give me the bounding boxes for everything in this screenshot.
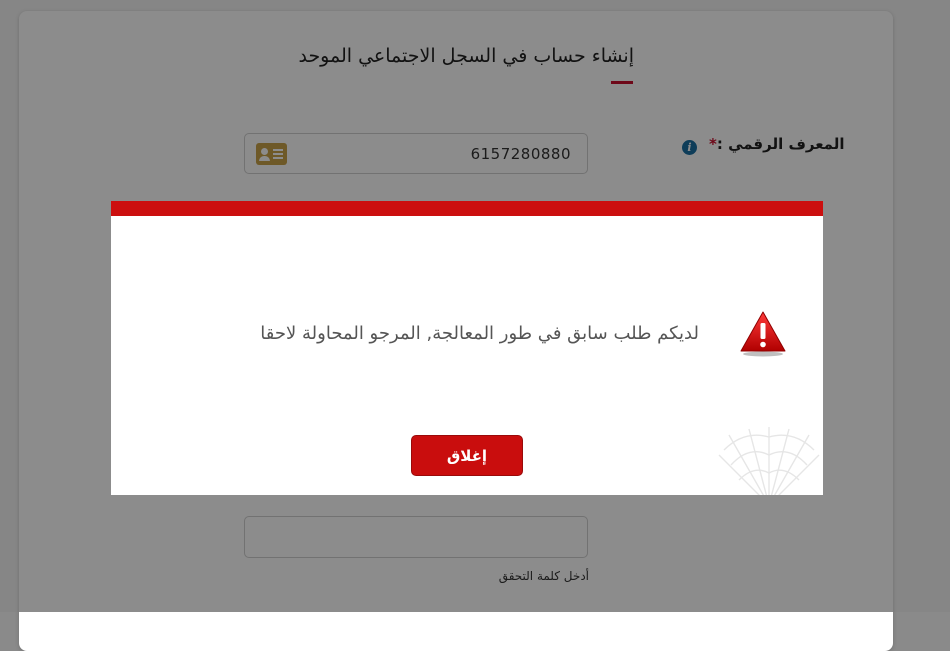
modal-message: لديكم طلب سابق في طور المعالجة, المرجو ا… xyxy=(260,323,699,344)
warning-icon xyxy=(740,311,786,357)
logo-watermark-icon xyxy=(718,427,820,495)
close-button[interactable]: إغلاق xyxy=(411,435,523,476)
modal-top-bar xyxy=(111,201,823,216)
error-modal: لديكم طلب سابق في طور المعالجة, المرجو ا… xyxy=(111,201,823,495)
